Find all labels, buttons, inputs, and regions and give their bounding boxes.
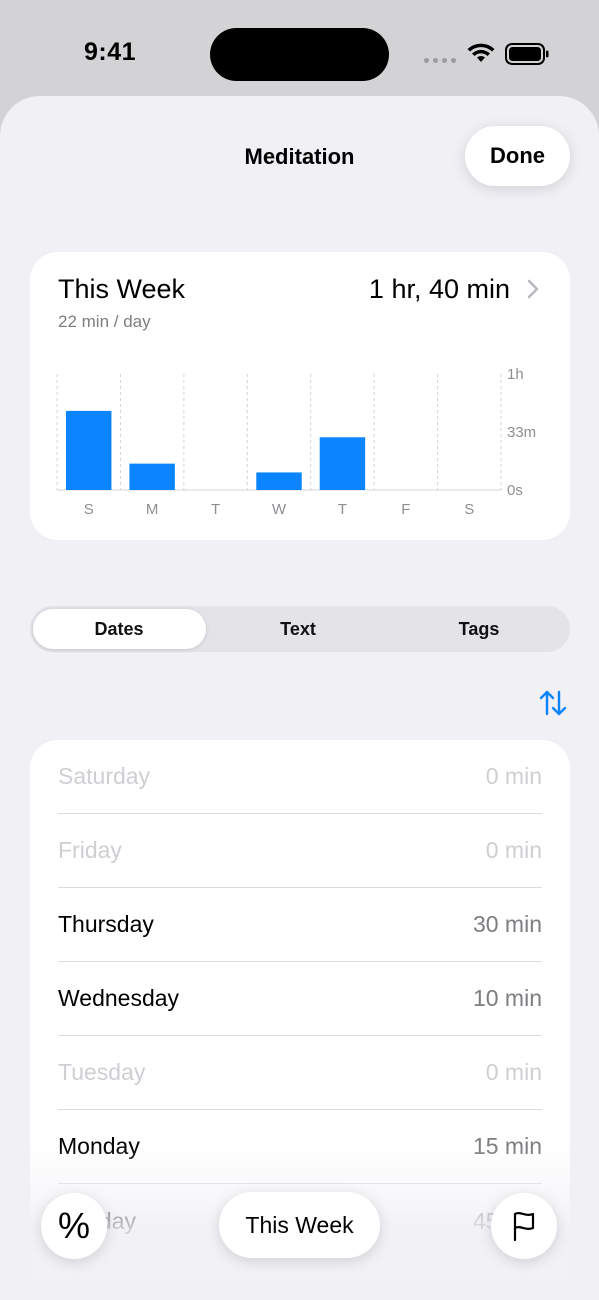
- day-label: Saturday: [58, 763, 151, 789]
- time-range-button[interactable]: This Week: [219, 1192, 380, 1258]
- day-label: Monday: [58, 1133, 140, 1159]
- view-segmented-control: Dates Text Tags: [30, 606, 570, 652]
- x-tick-label: W: [272, 501, 287, 518]
- flag-button[interactable]: [491, 1193, 557, 1259]
- x-tick-label: T: [338, 501, 347, 518]
- chart-bar: [66, 410, 112, 490]
- day-label: Wednesday: [58, 985, 180, 1011]
- list-item[interactable]: Monday 15 min: [58, 1110, 542, 1184]
- y-tick-label: 1h: [507, 366, 524, 383]
- x-tick-label: M: [146, 501, 159, 518]
- day-label: Friday: [58, 837, 122, 863]
- x-tick-label: F: [401, 501, 410, 518]
- duration-value: 0 min: [485, 1059, 542, 1085]
- week-summary-card[interactable]: This Week 22 min / day 1 hr, 40 min SMTW…: [30, 252, 570, 540]
- y-tick-label: 0s: [507, 482, 523, 499]
- duration-value: 0 min: [485, 763, 542, 789]
- duration-value: 0 min: [485, 837, 542, 863]
- x-tick-label: S: [84, 501, 94, 518]
- list-item[interactable]: Saturday 0 min: [58, 740, 542, 814]
- duration-value: 15 min: [472, 1133, 542, 1159]
- weekly-bar-chart: S M T W T F S 1h 33m 0s: [56, 366, 536, 518]
- day-label: Tuesday: [58, 1059, 146, 1085]
- tab-text[interactable]: Text: [208, 606, 388, 652]
- flag-icon: [513, 1212, 535, 1242]
- tab-dates[interactable]: Dates: [30, 606, 208, 652]
- status-bar: 9:41: [0, 0, 599, 100]
- x-tick-label: T: [211, 501, 220, 518]
- wifi-icon: [467, 43, 495, 62]
- list-item[interactable]: Wednesday 10 min: [58, 962, 542, 1036]
- chart-bar: [319, 437, 366, 490]
- dynamic-island: [210, 28, 389, 81]
- y-tick-label: 33m: [507, 424, 536, 441]
- battery-icon: [505, 43, 549, 65]
- chart-bar: [256, 472, 302, 490]
- meditation-sheet: Meditation Done This Week 22 min / day 1…: [0, 96, 599, 1300]
- x-tick-label: S: [464, 501, 474, 518]
- chart-bar: [129, 463, 175, 490]
- duration-value: 10 min: [472, 985, 542, 1011]
- sort-icon[interactable]: [538, 688, 568, 718]
- day-label: Thursday: [58, 911, 154, 937]
- tab-tags[interactable]: Tags: [388, 606, 570, 652]
- duration-value: 30 min: [472, 911, 542, 937]
- list-item[interactable]: Thursday 30 min: [58, 888, 542, 962]
- cellular-signal-icon: [424, 58, 456, 66]
- status-time: 9:41: [84, 38, 137, 66]
- list-item[interactable]: Friday 0 min: [58, 814, 542, 888]
- list-item[interactable]: Tuesday 0 min: [58, 1036, 542, 1110]
- done-button[interactable]: Done: [465, 126, 570, 186]
- percent-button[interactable]: %: [41, 1193, 107, 1259]
